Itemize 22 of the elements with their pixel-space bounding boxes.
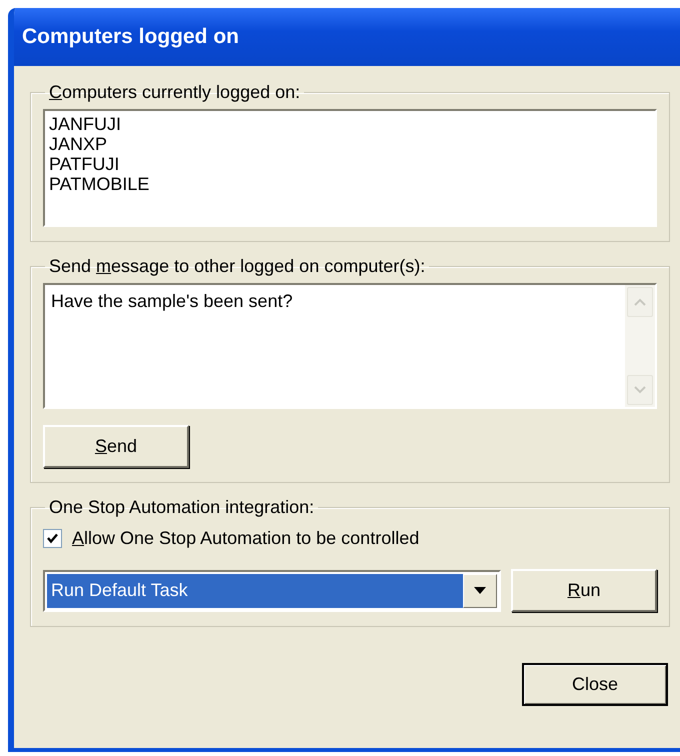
group-label: One Stop Automation integration: bbox=[48, 497, 316, 518]
group-label: Computers currently logged on: bbox=[48, 82, 302, 103]
computer-item[interactable]: PATFUJI bbox=[49, 154, 651, 174]
message-text: Have the sample's been sent? bbox=[50, 290, 294, 313]
group-label: Send message to other logged on computer(s): bbox=[48, 256, 426, 277]
send-button[interactable]: Send bbox=[43, 425, 189, 468]
scroll-down-icon[interactable] bbox=[627, 375, 653, 405]
computer-list[interactable]: JANFUJI JANXP PATFUJI PATMOBILE bbox=[43, 109, 657, 227]
checkbox-label[interactable]: Allow One Stop Automation to be controlled bbox=[72, 528, 420, 549]
computer-item[interactable]: PATMOBILE bbox=[49, 174, 651, 194]
check-icon bbox=[46, 532, 59, 545]
message-field[interactable]: Have the sample's been sent? bbox=[43, 283, 657, 409]
run-button[interactable]: Run bbox=[511, 569, 657, 612]
computer-item[interactable]: JANXP bbox=[49, 134, 651, 154]
checkbox[interactable] bbox=[43, 529, 62, 548]
close-button[interactable]: Close bbox=[522, 663, 668, 706]
computer-item[interactable]: JANFUJI bbox=[49, 114, 651, 134]
task-dropdown[interactable]: Run Default Task bbox=[43, 570, 501, 612]
scroll-bar[interactable] bbox=[625, 285, 655, 407]
window-title: Computers logged on bbox=[22, 25, 239, 49]
scroll-up-icon[interactable] bbox=[627, 287, 653, 317]
task-value: Run Default Task bbox=[47, 574, 463, 608]
